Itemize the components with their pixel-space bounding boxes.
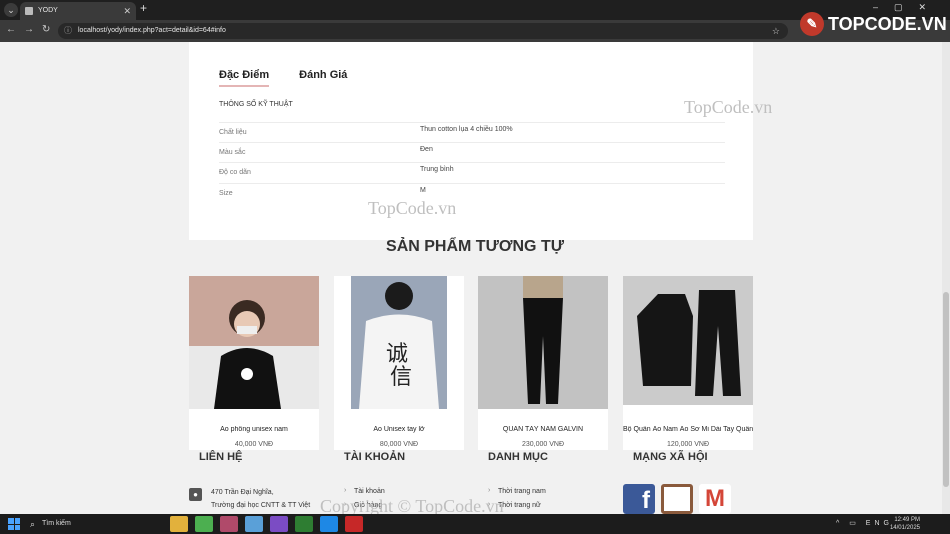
footer-social: MẠNG XÃ HỘI (633, 451, 708, 463)
instagram-icon[interactable] (661, 484, 693, 514)
product-price: 80,000 VNĐ (379, 441, 419, 448)
product-detail-panel: Đặc Điểm Đánh Giá THÔNG SỐ KỸ THUẬT Chất… (189, 42, 753, 240)
app-icon[interactable] (295, 516, 313, 532)
watermark: TopCode.vn (368, 198, 457, 218)
spec-value: Đen (420, 146, 433, 153)
spec-key: Size (219, 190, 233, 197)
chrome-icon[interactable] (195, 516, 213, 532)
spec-title: THÔNG SỐ KỸ THUẬT (219, 101, 293, 108)
product-image[interactable]: 诚信 (334, 276, 464, 409)
app-icon[interactable] (220, 516, 238, 532)
address-line: Trường đại học CNTT & TT Việt (211, 502, 311, 509)
address-line: 470 Trần Đại Nghĩa, (211, 489, 274, 496)
close-tab-icon[interactable]: ✕ (123, 2, 131, 20)
spec-value: Trung bình (420, 166, 454, 173)
footer-categories-title: DANH MỤC (488, 451, 548, 463)
language-indicator[interactable]: ENG (866, 520, 893, 527)
gmail-icon[interactable]: M (699, 484, 731, 514)
spec-row: Độ co dãn Trung bình (219, 162, 725, 182)
product-name[interactable]: Bộ Quần Áo Nam Áo Sơ Mi Dài Tay Quần (623, 426, 753, 433)
footer-social-title: MẠNG XÃ HỘI (633, 451, 708, 463)
clock-date: 14/01/2025 (889, 525, 920, 531)
svg-text:信: 信 (390, 365, 412, 390)
product-image[interactable] (478, 276, 608, 409)
spec-row: Màu sắc Đen (219, 142, 725, 162)
page-scrollbar[interactable] (942, 42, 950, 514)
tab-search-button[interactable]: ⌄ (4, 3, 18, 17)
favicon-icon (25, 7, 33, 15)
spec-row: Chất liệu Thun cotton lụa 4 chiều 100% (219, 122, 725, 142)
watermark: Copyright © TopCode.vn (320, 496, 504, 514)
tab-title: YODY (38, 7, 58, 14)
visual-studio-icon[interactable] (270, 516, 288, 532)
similar-products-grid: Áo phông unisex nam 40,000 VNĐ 诚信 Áo Uni… (189, 276, 753, 450)
page-viewport: Đặc Điểm Đánh Giá THÔNG SỐ KỸ THUẬT Chất… (0, 42, 950, 514)
product-card[interactable]: 诚信 Áo Unisex tay lỡ 80,000 VNĐ (334, 276, 464, 450)
product-price: 40,000 VNĐ (234, 441, 274, 448)
product-card[interactable]: Bộ Quần Áo Nam Áo Sơ Mi Dài Tay Quần 120… (623, 276, 753, 450)
product-price: 230,000 VNĐ (521, 441, 565, 448)
taskbar-apps (170, 516, 363, 532)
spec-key: Chất liệu (219, 129, 247, 136)
spec-value: M (420, 187, 426, 194)
forward-icon[interactable]: → (24, 24, 34, 35)
browser-tab[interactable]: YODY ✕ (20, 2, 136, 20)
product-image[interactable] (189, 276, 319, 409)
footer-account-title: TÀI KHOẢN (344, 451, 406, 463)
social-links: f M (623, 484, 731, 514)
spec-value: Thun cotton lụa 4 chiều 100% (420, 126, 513, 133)
reload-icon[interactable]: ↻ (42, 24, 50, 35)
footer-link[interactable]: Tài khoản (344, 487, 405, 495)
new-tab-button[interactable]: + (140, 1, 147, 15)
product-card[interactable]: Áo phông unisex nam 40,000 VNĐ (189, 276, 319, 450)
svg-text:诚: 诚 (386, 342, 408, 367)
topcode-logo: ✎ TOPCODE.VN (800, 12, 947, 36)
product-name[interactable]: Áo Unisex tay lỡ (334, 426, 464, 433)
spec-key: Độ co dãn (219, 169, 251, 176)
url-text: localhost/yody/index.php?act=detail&id=6… (78, 27, 226, 34)
file-explorer-icon[interactable] (170, 516, 188, 532)
footer-address: ● 470 Trần Đại Nghĩa, Trường đại học CNT… (189, 486, 329, 512)
product-name[interactable]: QUẦN TÂY NAM GALVIN (478, 426, 608, 433)
product-name[interactable]: Áo phông unisex nam (189, 426, 319, 433)
clock[interactable]: 12:49 PM 14/01/2025 (890, 516, 920, 532)
app-icon[interactable] (345, 516, 363, 532)
footer-link[interactable]: Thời trang nam (488, 487, 548, 495)
spec-row: Size M (219, 183, 725, 203)
location-pin-icon: ● (189, 488, 202, 501)
footer-contact: LIÊN HỆ (199, 451, 242, 463)
similar-products-title: SẢN PHẨM TƯƠNG TỰ (386, 238, 564, 255)
taskbar-search[interactable]: Tìm kiếm (28, 517, 148, 531)
topcode-logo-icon: ✎ (800, 12, 824, 36)
footer-contact-title: LIÊN HỆ (199, 451, 243, 463)
windows-taskbar: Tìm kiếm ^ ▭ ENG 12:49 PM 14/01/2025 (0, 514, 950, 534)
scrollbar-thumb[interactable] (943, 292, 949, 487)
facebook-icon[interactable]: f (623, 484, 655, 514)
spec-key: Màu sắc (219, 149, 246, 156)
vscode-icon[interactable] (320, 516, 338, 532)
detail-tabs: Đặc Điểm Đánh Giá (219, 69, 347, 87)
windows-start-icon[interactable] (8, 518, 20, 530)
site-info-icon[interactable]: ⓘ (64, 23, 72, 39)
product-image[interactable] (623, 276, 753, 409)
system-tray[interactable]: ^ ▭ ENG (836, 519, 893, 527)
tab-reviews[interactable]: Đánh Giá (299, 69, 347, 87)
back-icon[interactable]: ← (6, 24, 16, 35)
address-bar[interactable]: ⓘ localhost/yody/index.php?act=detail&id… (58, 23, 788, 39)
product-card[interactable]: QUẦN TÂY NAM GALVIN 230,000 VNĐ (478, 276, 608, 450)
clock-time: 12:49 PM (894, 517, 920, 523)
topcode-logo-text: TOPCODE.VN (828, 13, 947, 34)
app-icon[interactable] (245, 516, 263, 532)
bookmark-star-icon[interactable]: ☆ (772, 23, 780, 39)
watermark: TopCode.vn (684, 97, 773, 117)
product-price: 120,000 VNĐ (666, 441, 710, 448)
tab-features[interactable]: Đặc Điểm (219, 69, 270, 87)
